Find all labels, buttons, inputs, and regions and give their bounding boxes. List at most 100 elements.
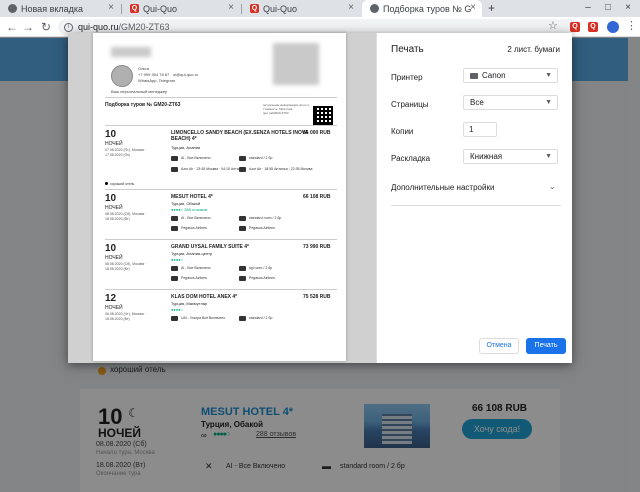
- divider: [105, 125, 337, 126]
- copies-input[interactable]: 1: [463, 122, 497, 137]
- printer-icon: [470, 72, 478, 79]
- tab-new-tab[interactable]: Новая вкладка ×: [0, 0, 120, 17]
- offer-room: standard / 2 бр: [249, 316, 273, 320]
- info-icon[interactable]: i: [64, 22, 73, 32]
- selection-title: Подборка туров № GM20-ZT63: [105, 102, 181, 108]
- close-icon[interactable]: ×: [228, 2, 234, 13]
- offer-nights-label: НОЧЕЙ: [105, 255, 123, 261]
- url-path: /GM20-ZT63: [118, 22, 170, 32]
- meal-icon: [171, 216, 178, 221]
- maximize-icon[interactable]: □: [600, 0, 616, 17]
- globe-icon: [370, 4, 379, 13]
- offer-country: Турция, Обакой: [171, 201, 201, 206]
- offer-meal: AI - Все Включено: [181, 216, 211, 220]
- offer-nights-label: НОЧЕЙ: [105, 141, 123, 147]
- agent-name: Ольга: [138, 66, 150, 71]
- offer-country: Турция, Алания: [171, 145, 201, 150]
- forward-icon[interactable]: →: [20, 19, 36, 35]
- offer-price: 66 000 RUB: [303, 130, 331, 136]
- offer-room: standard room / 2 бр: [249, 216, 282, 220]
- chevron-down-icon[interactable]: ⌄: [549, 182, 556, 191]
- offer-country: Турция, Махмутлар: [171, 301, 208, 306]
- cancel-button[interactable]: Отмена: [479, 338, 519, 354]
- profile-avatar[interactable]: [607, 21, 619, 33]
- pages-select[interactable]: Все ▼: [463, 95, 558, 110]
- more-settings-toggle[interactable]: Дополнительные настройки: [391, 183, 494, 192]
- copies-label: Копии: [391, 127, 414, 136]
- print-preview: Ольга +7 999 354 78 87 ol@qui-quo.ru Wha…: [68, 33, 376, 363]
- qui-quo-extension-icon[interactable]: Q: [588, 22, 598, 32]
- plane-icon: [239, 167, 246, 172]
- print-title: Печать: [391, 44, 424, 55]
- tab-title: Qui-Quo: [143, 3, 178, 14]
- qr-note: Актуальная информация, фото и стоимость:…: [263, 103, 310, 115]
- tab-title: Новая вкладка: [21, 3, 84, 14]
- sheet-count: 2 лист. бумаги: [507, 45, 560, 54]
- back-icon[interactable]: ←: [4, 19, 20, 35]
- divider: [391, 205, 561, 206]
- offer-room: standard / 2 бр: [249, 156, 273, 160]
- print-settings-panel: Печать 2 лист. бумаги Принтер Canon ▼ Ст…: [376, 33, 572, 363]
- good-hotel-label: хороший отель: [105, 182, 134, 186]
- bed-icon: [239, 266, 246, 271]
- plane-icon: [239, 226, 246, 231]
- layout-value: Книжная: [470, 152, 503, 161]
- close-icon[interactable]: ×: [108, 2, 114, 13]
- agent-phone: +7 999 354 78 87: [138, 72, 170, 77]
- preview-offer: 10 НОЧЕЙ 08.08.2020 (Сб), Москва · 18.08…: [93, 193, 346, 249]
- chevron-down-icon: ▼: [545, 99, 552, 106]
- meal-icon: [171, 156, 178, 161]
- chevron-down-icon: ▼: [545, 72, 552, 79]
- agent-avatar: [111, 65, 133, 87]
- tab-qui-quo-2[interactable]: Q Qui-Quo ×: [242, 0, 360, 17]
- offer-hotel: GRAND UYSAL FAMILY SUITE 4*: [171, 244, 249, 250]
- layout-select[interactable]: Книжная ▼: [463, 149, 558, 164]
- divider: [105, 97, 337, 98]
- pages-label: Страницы: [391, 100, 429, 109]
- offer-price: 73 990 RUB: [303, 244, 331, 250]
- qui-quo-icon: Q: [250, 4, 259, 13]
- offer-room: sgl room / 2 бр: [249, 266, 273, 270]
- preview-offer: 12 НОЧЕЙ 06.08.2020 (Чт), Москва · 18.08…: [93, 293, 346, 349]
- qui-quo-extension-icon[interactable]: Q: [570, 22, 580, 32]
- offer-nights-label: НОЧЕЙ: [105, 305, 123, 311]
- offer-flight-out: Pegasus Airlines: [181, 276, 207, 280]
- agent-messengers: WhatsApp, Telegram: [138, 78, 176, 83]
- close-window-icon[interactable]: ×: [620, 0, 636, 17]
- close-icon[interactable]: ×: [348, 2, 354, 13]
- tab-selection[interactable]: Подборка туров № GM20-ZT63 ×: [362, 0, 482, 17]
- offer-meal: AI - Все Включено: [181, 156, 211, 160]
- bed-icon: [239, 316, 246, 321]
- offer-flight-back: Pegasus Airlines: [249, 226, 275, 230]
- offer-nights: 10: [105, 243, 117, 254]
- offer-dates: 07.08.2020 (Пт), Москва · 17.08.2020 (Пн…: [105, 148, 146, 157]
- blurred-image: [273, 43, 319, 85]
- bed-icon: [239, 216, 246, 221]
- printer-select[interactable]: Canon ▼: [463, 68, 558, 83]
- offer-price: 75 528 RUB: [303, 294, 331, 300]
- plane-icon: [171, 226, 178, 231]
- print-button[interactable]: Печать: [526, 338, 566, 354]
- offer-rating: ●●●●○ 288 отзывов: [171, 207, 208, 212]
- offer-dates: 06.08.2020 (Чт), Москва · 18.08.2020 (Вт…: [105, 312, 146, 321]
- tab-qui-quo-1[interactable]: Q Qui-Quo ×: [122, 0, 240, 17]
- chevron-down-icon: ▼: [545, 153, 552, 160]
- layout-label: Раскладка: [391, 154, 431, 163]
- offer-nights: 12: [105, 293, 117, 304]
- minimize-icon[interactable]: –: [580, 0, 596, 17]
- bookmark-star-icon[interactable]: ☆: [548, 19, 558, 32]
- agent-role: Ваш персональный менеджер: [111, 89, 168, 94]
- reload-icon[interactable]: ↻: [38, 19, 54, 35]
- offer-flight-out: Azur Air · 23:45 Москва · 04:15 Анталья: [181, 167, 245, 171]
- plane-icon: [239, 276, 246, 281]
- tab-strip: Новая вкладка × Q Qui-Quo × Q Qui-Quo × …: [0, 0, 640, 17]
- tab-title: Подборка туров № GM20-ZT63: [383, 3, 471, 14]
- preview-offer: 10 НОЧЕЙ 08.08.2020 (Сб), Москва · 18.08…: [93, 243, 346, 299]
- close-icon[interactable]: ×: [470, 2, 476, 13]
- tab-title: Qui-Quo: [263, 3, 298, 14]
- new-tab-button[interactable]: +: [488, 1, 495, 15]
- menu-icon[interactable]: ⋮: [626, 19, 637, 32]
- offer-flight-back: Pegasus Airlines: [249, 276, 275, 280]
- offer-rating: ●●●●○: [171, 257, 184, 262]
- offer-hotel: LIMONCELLO SANDY BEACH (EX.SENZA HOTELS …: [171, 130, 309, 142]
